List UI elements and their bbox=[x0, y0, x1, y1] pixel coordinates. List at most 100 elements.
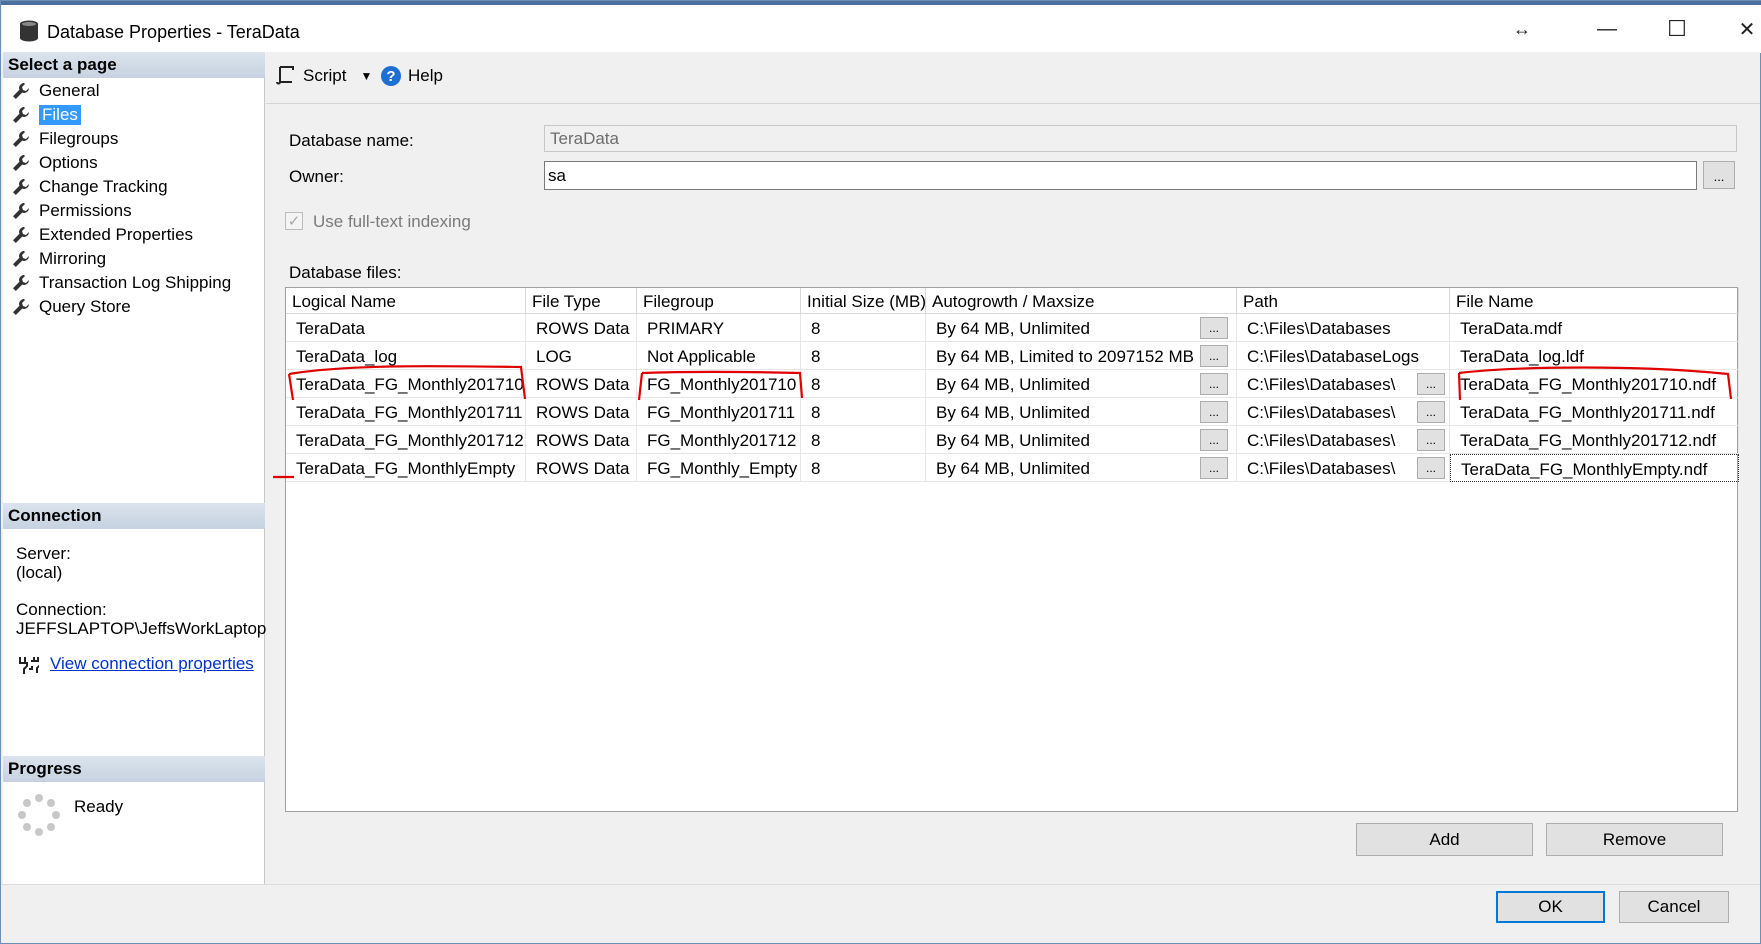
page-item-label: Transaction Log Shipping bbox=[39, 273, 232, 292]
grid-cell[interactable]: ROWS Data bbox=[526, 314, 637, 342]
wrench-icon bbox=[13, 131, 29, 147]
page-item-transaction-log-shipping[interactable]: Transaction Log Shipping bbox=[12, 272, 231, 294]
page-item-extended-properties[interactable]: Extended Properties bbox=[12, 224, 193, 246]
grid-cell[interactable]: 8 bbox=[801, 370, 926, 398]
page-item-label: Files bbox=[39, 105, 81, 125]
autogrowth-edit-button[interactable]: ... bbox=[1200, 373, 1228, 395]
grid-cell[interactable]: Not Applicable bbox=[637, 342, 801, 370]
grid-cell[interactable]: 8 bbox=[801, 426, 926, 454]
grid-cell[interactable]: LOG bbox=[526, 342, 637, 370]
autogrowth-edit-button[interactable]: ... bbox=[1200, 401, 1228, 423]
select-page-header: Select a page bbox=[3, 52, 265, 78]
page-item-general[interactable]: General bbox=[12, 80, 99, 102]
grid-cell[interactable]: TeraData bbox=[286, 314, 526, 342]
column-header[interactable]: Filegroup bbox=[637, 288, 801, 314]
cancel-button[interactable]: Cancel bbox=[1619, 891, 1729, 923]
close-button[interactable]: ✕ bbox=[1717, 11, 1761, 47]
grid-cell[interactable]: C:\Files\DatabaseLogs bbox=[1237, 342, 1450, 370]
add-button[interactable]: Add bbox=[1356, 823, 1533, 856]
page-item-options[interactable]: Options bbox=[12, 152, 98, 174]
fulltext-checkbox[interactable]: ✓ bbox=[285, 212, 303, 230]
script-button[interactable]: Script ▼ bbox=[276, 65, 372, 87]
autogrowth-edit-button[interactable]: ... bbox=[1200, 457, 1228, 479]
path-browse-button[interactable]: ... bbox=[1417, 429, 1445, 451]
grid-cell[interactable]: ROWS Data bbox=[526, 370, 637, 398]
grid-cell[interactable]: By 64 MB, Unlimited bbox=[926, 454, 1237, 482]
column-header[interactable]: File Type bbox=[526, 288, 637, 314]
grid-cell[interactable]: TeraData_FG_Monthly201711 bbox=[286, 398, 526, 426]
grid-cell[interactable]: By 64 MB, Unlimited bbox=[926, 314, 1237, 342]
grid-cell[interactable]: 8 bbox=[801, 342, 926, 370]
grid-cell[interactable]: TeraData_FG_MonthlyEmpty.ndf bbox=[1450, 454, 1739, 482]
view-connection-properties-link[interactable]: View connection properties bbox=[50, 654, 254, 674]
grid-cell[interactable]: TeraData_FG_Monthly201712 bbox=[286, 426, 526, 454]
page-item-change-tracking[interactable]: Change Tracking bbox=[12, 176, 168, 198]
toolbar: Script ▼ ? Help bbox=[266, 52, 1760, 104]
grid-cell[interactable]: C:\Files\Databases bbox=[1237, 314, 1450, 342]
maximize-button[interactable]: ☐ bbox=[1647, 11, 1707, 47]
grid-cell[interactable]: TeraData_FG_Monthly201711.ndf bbox=[1450, 398, 1739, 426]
svg-text:?: ? bbox=[386, 68, 395, 85]
chevron-down-icon[interactable]: ▼ bbox=[360, 69, 372, 83]
column-header[interactable]: Path bbox=[1237, 288, 1450, 314]
grid-cell[interactable]: By 64 MB, Unlimited bbox=[926, 398, 1237, 426]
page-item-label: Permissions bbox=[39, 201, 132, 220]
page-item-permissions[interactable]: Permissions bbox=[12, 200, 132, 222]
grid-cell[interactable]: TeraData.mdf bbox=[1450, 314, 1739, 342]
column-header[interactable]: Autogrowth / Maxsize bbox=[926, 288, 1237, 314]
column-header[interactable]: Initial Size (MB) bbox=[801, 288, 926, 314]
grid-cell[interactable]: TeraData_log.ldf bbox=[1450, 342, 1739, 370]
grid-cell[interactable]: FG_Monthly201711 bbox=[637, 398, 801, 426]
connection-value: JEFFSLAPTOP\JeffsWorkLaptop bbox=[16, 619, 267, 638]
page-item-query-store[interactable]: Query Store bbox=[12, 296, 131, 318]
page-item-mirroring[interactable]: Mirroring bbox=[12, 248, 106, 270]
grid-cell[interactable]: TeraData_FG_MonthlyEmpty bbox=[286, 454, 526, 482]
grid-cell[interactable]: 8 bbox=[801, 454, 926, 482]
autogrowth-edit-button[interactable]: ... bbox=[1200, 317, 1228, 339]
autogrowth-edit-button[interactable]: ... bbox=[1200, 345, 1228, 367]
grid-cell[interactable]: FG_Monthly201710 bbox=[637, 370, 801, 398]
help-button[interactable]: ? Help bbox=[380, 65, 443, 87]
server-value: (local) bbox=[16, 563, 63, 582]
resize-icon[interactable]: ↔ bbox=[1492, 11, 1552, 47]
column-header[interactable]: File Name bbox=[1450, 288, 1739, 314]
grid-cell[interactable]: ROWS Data bbox=[526, 398, 637, 426]
grid-cell[interactable]: 8 bbox=[801, 398, 926, 426]
wrench-icon bbox=[13, 251, 29, 267]
grid-cell[interactable]: By 64 MB, Unlimited bbox=[926, 370, 1237, 398]
ok-button[interactable]: OK bbox=[1496, 891, 1605, 923]
path-browse-button[interactable]: ... bbox=[1417, 457, 1445, 479]
grid-cell[interactable]: By 64 MB, Unlimited bbox=[926, 426, 1237, 454]
autogrowth-edit-button[interactable]: ... bbox=[1200, 429, 1228, 451]
minimize-button[interactable]: — bbox=[1577, 11, 1637, 47]
column-header[interactable]: Logical Name bbox=[286, 288, 526, 314]
grid-cell[interactable]: By 64 MB, Limited to 2097152 MB bbox=[926, 342, 1237, 370]
grid-cell[interactable]: TeraData_FG_Monthly201710.ndf bbox=[1450, 370, 1739, 398]
grid-cell[interactable]: FG_Monthly201712 bbox=[637, 426, 801, 454]
wrench-icon bbox=[13, 155, 29, 171]
remove-button[interactable]: Remove bbox=[1546, 823, 1723, 856]
owner-field[interactable] bbox=[544, 161, 1697, 190]
script-label: Script bbox=[303, 66, 347, 85]
grid-cell[interactable]: TeraData_FG_Monthly201710 bbox=[286, 370, 526, 398]
database-icon bbox=[20, 20, 38, 42]
grid-cell[interactable]: PRIMARY bbox=[637, 314, 801, 342]
owner-browse-button[interactable]: ... bbox=[1703, 161, 1735, 189]
grid-cell[interactable]: ROWS Data bbox=[526, 454, 637, 482]
grid-cell[interactable]: TeraData_FG_Monthly201712.ndf bbox=[1450, 426, 1739, 454]
page-item-label: Change Tracking bbox=[39, 177, 168, 196]
page-item-label: Options bbox=[39, 153, 98, 172]
grid-cell[interactable]: 8 bbox=[801, 314, 926, 342]
page-item-label: General bbox=[39, 81, 100, 100]
title-bar: Database Properties - TeraData ↔ — ☐ ✕ bbox=[2, 5, 1761, 53]
path-browse-button[interactable]: ... bbox=[1417, 373, 1445, 395]
help-label: Help bbox=[408, 66, 443, 85]
grid-cell[interactable]: FG_Monthly_Empty bbox=[637, 454, 801, 482]
grid-cell[interactable]: ROWS Data bbox=[526, 426, 637, 454]
page-item-filegroups[interactable]: Filegroups bbox=[12, 128, 118, 150]
path-browse-button[interactable]: ... bbox=[1417, 401, 1445, 423]
script-icon bbox=[276, 66, 294, 85]
database-name-label: Database name: bbox=[289, 131, 414, 150]
grid-cell[interactable]: TeraData_log bbox=[286, 342, 526, 370]
page-item-files[interactable]: Files bbox=[12, 104, 81, 126]
